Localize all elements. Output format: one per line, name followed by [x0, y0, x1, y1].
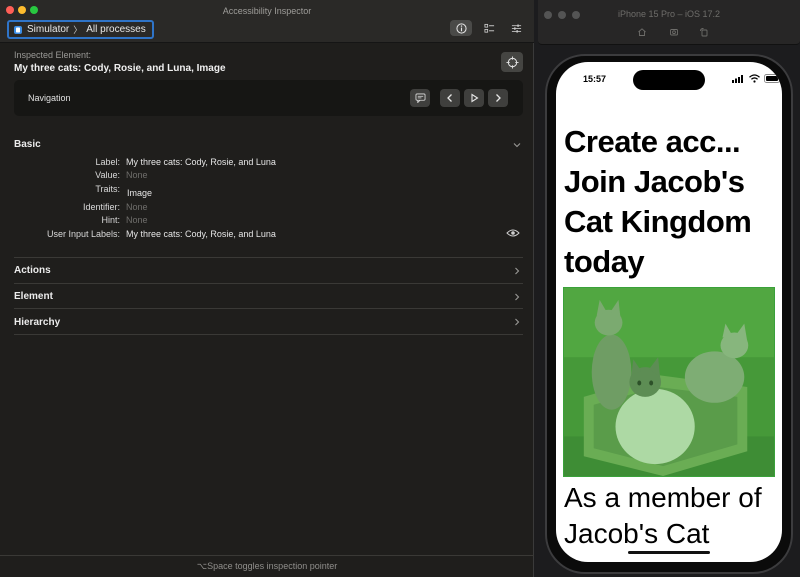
previous-element-button[interactable] [440, 89, 460, 107]
property-row-label: Label: My three cats: Cody, Rosie, and L… [0, 157, 534, 169]
property-key: Identifier: [82, 202, 120, 212]
chevron-right-icon[interactable] [512, 317, 522, 327]
activate-element-button[interactable] [464, 89, 484, 107]
chevron-right-icon[interactable] [512, 292, 522, 302]
sliders-icon [511, 23, 521, 33]
simulator-title: iPhone 15 Pro – iOS 17.2 [617, 9, 721, 19]
divider [14, 283, 523, 284]
status-bar-icons [732, 74, 782, 83]
chevron-right-icon [496, 94, 501, 102]
crosshair-icon [505, 55, 519, 69]
checklist-icon [484, 23, 494, 33]
property-value: None [126, 170, 148, 180]
speak-button[interactable] [410, 89, 430, 107]
audit-tab-button[interactable] [478, 20, 500, 36]
speech-bubble-icon [415, 93, 425, 103]
divider [14, 308, 523, 309]
next-element-button[interactable] [488, 89, 508, 107]
inspector-titlebar: Accessibility Inspector Simulator 〉 All … [0, 0, 534, 43]
accessibility-inspector-window: Accessibility Inspector Simulator 〉 All … [0, 0, 534, 577]
page-heading: Create acc... Join Jacob's Cat Kingdom t… [564, 124, 752, 279]
property-value: None [126, 215, 148, 225]
play-icon [470, 93, 479, 103]
property-row-identifier: Identifier: None [0, 202, 534, 214]
property-key: Value: [95, 170, 120, 180]
window-title: Accessibility Inspector [222, 6, 312, 16]
navigation-label: Navigation [28, 93, 71, 103]
simulator-app-icon [14, 25, 22, 34]
status-bar-time: 15:57 [583, 74, 607, 84]
section-element-header[interactable]: Element [14, 291, 53, 302]
property-key: Hint: [101, 215, 120, 225]
section-actions-header[interactable]: Actions [14, 265, 51, 276]
chevron-left-icon [447, 94, 452, 102]
page-body-text: As a member of Jacob's Cat [564, 482, 762, 549]
property-value: My three cats: Cody, Rosie, and Luna [126, 229, 276, 239]
cat-photo-image[interactable] [563, 287, 775, 477]
chevron-right-icon[interactable] [512, 266, 522, 276]
eye-icon[interactable] [506, 228, 520, 238]
battery-icon [764, 74, 782, 83]
inspection-hint-bar: ⌥Space toggles inspection pointer [0, 555, 534, 577]
target-process-label: All processes [86, 24, 146, 35]
inspected-element-value: My three cats: Cody, Rosie, and Luna, Im… [14, 63, 226, 74]
settings-tab-button[interactable] [505, 20, 527, 36]
navigation-panel: Navigation [14, 80, 523, 116]
wifi-icon [749, 74, 760, 83]
trait-tag: Image [127, 188, 153, 198]
simulator-toolbar: iPhone 15 Pro – iOS 17.2 [538, 0, 800, 45]
info-circle-icon [455, 22, 467, 34]
property-row-hint: Hint: None [0, 215, 534, 227]
section-hierarchy-header[interactable]: Hierarchy [14, 317, 60, 328]
rotate-icon[interactable] [699, 27, 709, 37]
screenshot-icon[interactable] [669, 27, 679, 37]
section-basic-header[interactable]: Basic [14, 139, 41, 150]
dynamic-island [633, 70, 705, 90]
divider [14, 334, 523, 335]
inspected-element-label: Inspected Element: [14, 50, 92, 60]
property-row-traits: Traits: Image [0, 184, 534, 198]
home-icon[interactable] [637, 27, 647, 37]
target-app-label: Simulator [27, 24, 70, 35]
property-row-user-input-labels: User Input Labels: My three cats: Cody, … [0, 229, 534, 241]
property-key: Traits: [95, 184, 120, 194]
property-key: Label: [95, 157, 120, 167]
inspection-tab-button[interactable] [450, 20, 472, 36]
target-chooser[interactable]: Simulator 〉 All processes [7, 20, 154, 39]
property-value: None [126, 202, 148, 212]
chevron-down-icon[interactable] [512, 140, 522, 150]
chevron-right-icon: 〉 [73, 25, 83, 35]
home-indicator[interactable] [628, 551, 710, 554]
iphone-screen: 15:57 Create acc... Join Jacob's Cat Kin… [556, 62, 782, 562]
divider [14, 257, 523, 258]
property-row-value: Value: None [0, 170, 534, 182]
property-value: My three cats: Cody, Rosie, and Luna [126, 157, 276, 167]
inspection-pointer-button[interactable] [501, 52, 523, 72]
signal-icon [732, 75, 743, 83]
property-key: User Input Labels: [46, 229, 120, 239]
